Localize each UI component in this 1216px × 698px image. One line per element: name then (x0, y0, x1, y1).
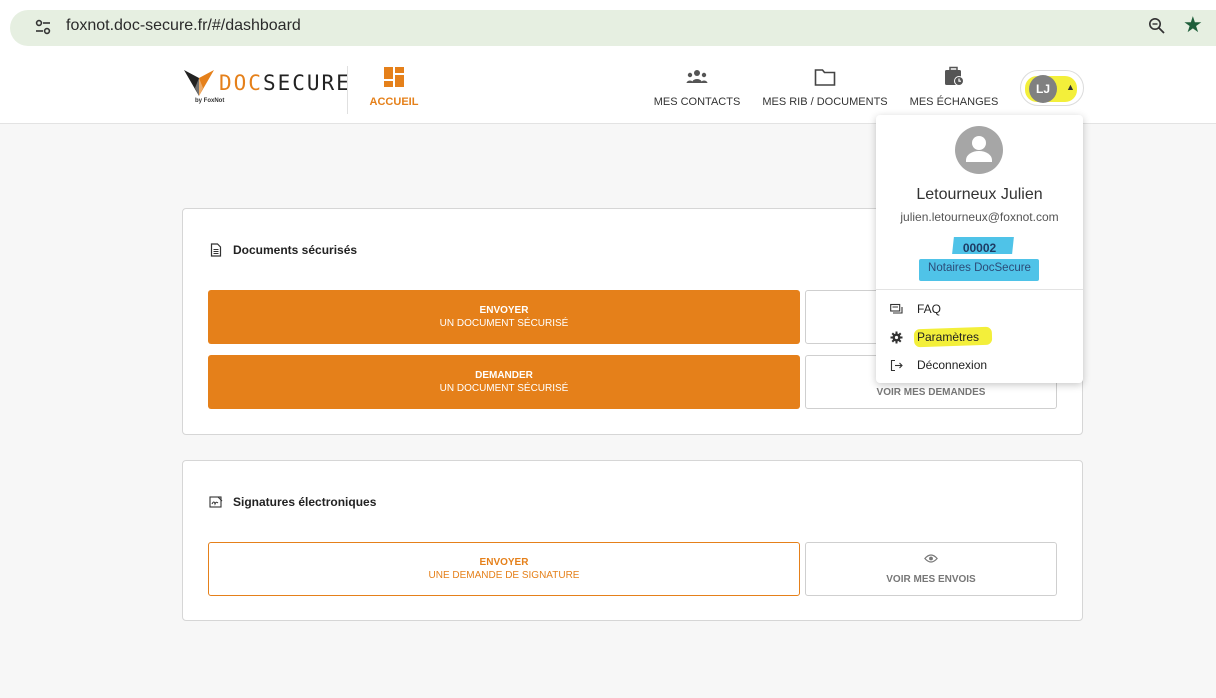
gear-icon (890, 331, 903, 343)
user-team: Notaires DocSecure (928, 262, 1031, 274)
avatar[interactable]: LJ (1029, 75, 1057, 103)
request-button-line1: DEMANDER (475, 370, 533, 381)
fox-logo-icon (184, 70, 214, 96)
logo-wordmark: DOCSECURE (219, 71, 351, 95)
contacts-icon (686, 70, 708, 83)
chevron-up-icon[interactable]: ▲ (1066, 82, 1075, 92)
nav-contacts-label: MES CONTACTS (653, 96, 741, 108)
user-email: julien.letourneux@foxnot.com (900, 210, 1059, 224)
secure-documents-header: Documents sécurisés (209, 243, 357, 257)
electronic-signatures-card: Signatures électroniques ENVOYER UNE DEM… (182, 460, 1083, 621)
send-secure-document-button[interactable]: ENVOYER UN DOCUMENT SÉCURISÉ (208, 290, 800, 344)
user-icon (966, 136, 992, 162)
user-code: 00002 (962, 241, 997, 255)
browser-toolbar: foxnot.doc-secure.fr/#/dashboard ★ (0, 0, 1216, 56)
bookmark-star-icon[interactable]: ★ (1183, 14, 1203, 36)
signature-icon (209, 496, 223, 508)
nav-echanges-label: MES ÉCHANGES (909, 96, 999, 108)
signature-send-line1: ENVOYER (479, 557, 529, 568)
nav-home[interactable]: ACCUEIL (366, 66, 422, 108)
eye-icon (924, 553, 938, 563)
header-divider (347, 66, 348, 114)
secure-documents-title: Documents sécurisés (233, 243, 358, 257)
docsecure-logo[interactable]: DOCSECURE by FoxNot (184, 68, 349, 112)
site-settings-icon[interactable] (34, 18, 52, 36)
send-signature-request-button[interactable]: ENVOYER UNE DEMANDE DE SIGNATURE (208, 542, 800, 596)
document-icon (210, 243, 222, 257)
logo-byline: by FoxNot (195, 98, 225, 104)
logout-icon (890, 359, 903, 371)
signature-send-line2: UNE DEMANDE DE SIGNATURE (428, 570, 580, 581)
send-button-line1: ENVOYER (479, 305, 529, 316)
nav-rib-documents[interactable]: MES RIB / DOCUMENTS (760, 66, 890, 108)
nav-echanges[interactable]: MES ÉCHANGES (905, 66, 1003, 108)
signatures-title: Signatures électroniques (233, 495, 377, 509)
url-text[interactable]: foxnot.doc-secure.fr/#/dashboard (66, 17, 301, 35)
briefcase-clock-icon (945, 66, 964, 86)
folder-icon (814, 69, 836, 86)
menu-divider (876, 289, 1083, 290)
menu-item-faq[interactable]: FAQ (890, 299, 1070, 319)
menu-item-settings[interactable]: Paramètres (890, 327, 1070, 347)
app-header: DOCSECURE by FoxNot ACCUEIL MES CONTACTS… (0, 56, 1216, 124)
user-name: Letourneux Julien (916, 186, 1043, 203)
user-menu-toggle[interactable]: LJ ▲ (1020, 70, 1084, 106)
send-button-line2: UN DOCUMENT SÉCURISÉ (439, 318, 569, 329)
view-sends-label: VOIR MES ENVOIS (886, 573, 976, 585)
signatures-header: Signatures électroniques (209, 495, 376, 509)
nav-contacts[interactable]: MES CONTACTS (650, 66, 744, 108)
view-requests-label: VOIR MES DEMANDES (876, 387, 986, 398)
menu-item-faq-label: FAQ (917, 302, 942, 316)
request-button-line2: UN DOCUMENT SÉCURISÉ (439, 383, 569, 394)
nav-rib-documents-label: MES RIB / DOCUMENTS (762, 96, 888, 108)
menu-item-logout[interactable]: Déconnexion (890, 355, 1070, 375)
user-profile-avatar (955, 126, 1003, 174)
request-secure-document-button[interactable]: DEMANDER UN DOCUMENT SÉCURISÉ (208, 355, 800, 409)
menu-item-settings-label: Paramètres (917, 330, 980, 344)
faq-icon (890, 303, 903, 314)
zoom-out-icon[interactable] (1148, 17, 1166, 35)
nav-home-label: ACCUEIL (369, 96, 419, 108)
menu-item-logout-label: Déconnexion (917, 358, 988, 372)
user-dropdown-menu: Letourneux Julien julien.letourneux@foxn… (876, 115, 1083, 383)
dashboard-icon (384, 67, 404, 87)
view-signature-sends-button[interactable]: VOIR MES ENVOIS (805, 542, 1057, 596)
